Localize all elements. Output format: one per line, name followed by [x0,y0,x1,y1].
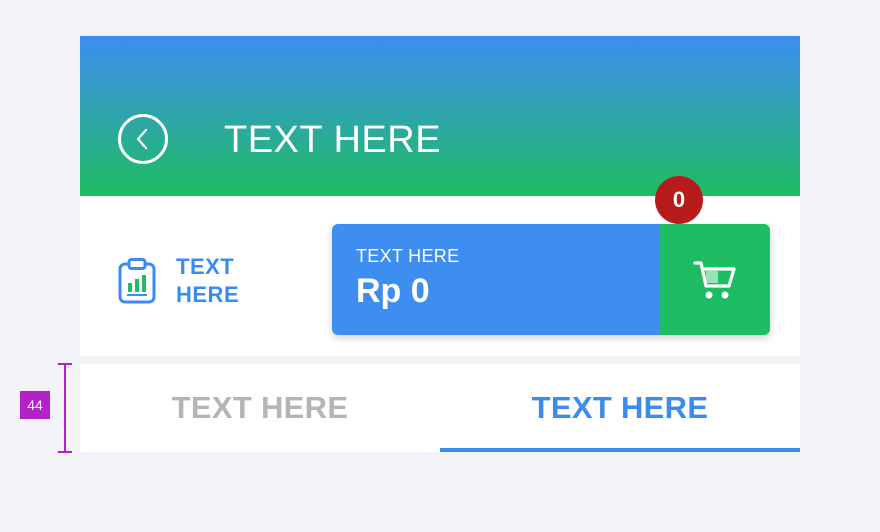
back-button[interactable] [118,114,168,164]
height-measure-label: 44 [20,391,50,419]
height-measure-cap-bottom [58,451,72,453]
chevron-left-icon [136,128,148,150]
cart-total-label: TEXT HERE [356,246,460,266]
tab-first[interactable]: TEXT HERE [80,364,440,452]
clipboard-chart-icon [118,258,156,304]
page-title: TEXT HERE [224,119,442,161]
cart-total-value: Rp 0 [356,272,430,310]
cart-button[interactable] [659,224,770,335]
report-link[interactable]: TEXT HERE [118,253,246,309]
tab-bar: TEXT HERE TEXT HERE [80,364,800,452]
cart-icon [692,260,736,298]
report-label: TEXT HERE [176,254,240,307]
app-frame: TEXT HERE TEXT HERE TEXT HERE Rp 0 TEXT … [80,36,800,452]
cart-total-box: TEXT HERE Rp 0 [332,224,659,335]
cart-summary-card: TEXT HERE Rp 0 [332,224,770,335]
app-header: TEXT HERE [80,36,800,196]
height-measure-cap-top [58,363,72,365]
tab-second[interactable]: TEXT HERE [440,364,800,452]
cart-count-badge: 0 [655,176,703,224]
height-measure-line [64,364,66,452]
